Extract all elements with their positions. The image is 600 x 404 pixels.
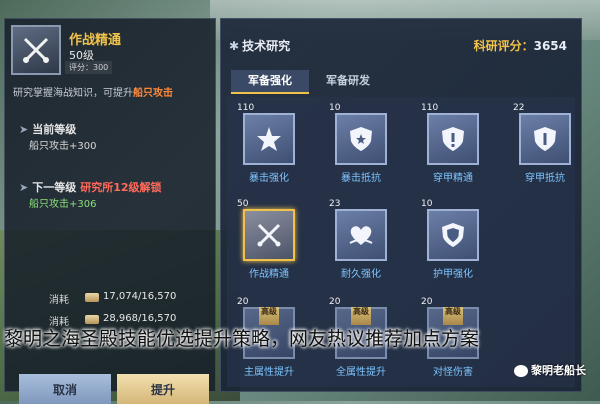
tab-armament-enhance[interactable]: 军备强化 [231, 70, 309, 94]
skill-description: 研究掌握海战知识，可提升船只攻击 [13, 87, 209, 101]
node-count: 110 [421, 103, 439, 113]
next-level-heading: ➤ 下一等级 研究所12级解锁 [19, 179, 162, 195]
node-name: 穿甲精通 [433, 173, 473, 184]
node-count: 110 [237, 103, 255, 113]
panel-title-text: 技术研究 [242, 39, 291, 53]
node-name: 主属性提升 [244, 367, 294, 378]
resource-icon [85, 293, 99, 302]
node-count: 20 [329, 297, 341, 307]
tech-node-pierce-master[interactable]: 110 穿甲精通 [417, 103, 497, 184]
node-count: 10 [329, 103, 341, 113]
skill-title: 作战精通 [69, 33, 122, 48]
node-count: 20 [421, 297, 433, 307]
node-name: 全属性提升 [336, 367, 386, 378]
cost-value: 28,968/16,570 [103, 313, 177, 324]
node-frame [243, 209, 295, 261]
desc-highlight: 船只攻击 [133, 88, 173, 99]
resource-icon [85, 315, 99, 324]
node-name: 对怪伤害 [433, 367, 473, 378]
score-label: 科研评分： [473, 39, 534, 53]
node-count: 10 [421, 199, 433, 209]
node-frame [427, 209, 479, 261]
wechat-icon [514, 365, 528, 377]
next-level-value: 船只攻击+306 [29, 199, 97, 210]
heart-icon [349, 226, 373, 245]
current-level-value: 船只攻击+300 [29, 141, 97, 152]
node-frame [335, 113, 387, 165]
node-count: 50 [237, 199, 249, 209]
arrow-icon: ➤ [19, 123, 29, 136]
advanced-badge: 高级 [443, 307, 463, 325]
desc-text: 研究掌握海战知识，可提升 [13, 88, 133, 99]
tech-node-durability[interactable]: 23 耐久强化 [325, 199, 405, 280]
tech-node-crit-enhance[interactable]: 110 暴击强化 [233, 103, 313, 184]
upgrade-button[interactable]: 提升 [117, 374, 209, 404]
node-name: 作战精通 [249, 269, 289, 280]
score-value: 3654 [533, 39, 567, 53]
shield-icon [534, 127, 556, 151]
node-frame [335, 209, 387, 261]
tech-node-combat-master[interactable]: 50 作战精通 [233, 199, 313, 280]
skill-score: 评分：300 [65, 61, 113, 74]
watermark: 黎明老船长 [514, 362, 586, 378]
next-level-label: 下一等级 [32, 181, 77, 194]
node-count: 20 [237, 297, 249, 307]
node-frame [243, 113, 295, 165]
tab-bar: 军备强化 军备研发 [231, 69, 387, 94]
node-count: 22 [513, 103, 525, 113]
advanced-badge: 高级 [259, 307, 279, 325]
crossed-swords-icon [23, 37, 49, 63]
watermark-text: 黎明老船长 [531, 364, 586, 377]
cancel-button[interactable]: 取消 [19, 374, 111, 404]
node-frame [519, 113, 571, 165]
node-name: 暴击强化 [249, 173, 289, 184]
article-caption: 黎明之海圣殿技能优选提升策略，网友热议推荐加点方案 [4, 328, 480, 350]
shield-star-icon [350, 127, 372, 151]
crossed-swords-icon [257, 223, 281, 247]
shield-exclaim-icon [442, 127, 464, 151]
next-level-requirement: 研究所12级解锁 [80, 181, 162, 194]
node-name: 耐久强化 [341, 269, 381, 280]
tech-node-crit-resist[interactable]: 10 暴击抵抗 [325, 103, 405, 184]
tech-node-pierce-resist[interactable]: 22 穿甲抵抗 [509, 103, 589, 184]
panel-title: ✱ 技术研究 [229, 37, 290, 54]
node-name: 穿甲抵抗 [525, 173, 565, 184]
current-level-heading: ➤ 当前等级 [19, 121, 76, 137]
tech-node-armor-enhance[interactable]: 10 护甲强化 [417, 199, 497, 280]
gear-icon: ✱ [229, 39, 240, 53]
node-frame [427, 113, 479, 165]
advanced-badge: 高级 [351, 307, 371, 325]
star-icon [257, 127, 281, 151]
node-count: 23 [329, 199, 341, 209]
node-name: 暴击抵抗 [341, 173, 381, 184]
current-level-label: 当前等级 [32, 123, 77, 136]
cost-value: 17,074/16,570 [103, 291, 177, 302]
node-name: 护甲强化 [433, 269, 473, 280]
arrow-icon: ➤ [19, 181, 29, 194]
research-score: 科研评分：3654 [474, 37, 567, 54]
skill-icon-frame [11, 25, 61, 75]
cost-label: 消耗 [49, 295, 69, 306]
tab-armament-develop[interactable]: 军备研发 [309, 70, 387, 92]
shield-icon [442, 223, 464, 247]
